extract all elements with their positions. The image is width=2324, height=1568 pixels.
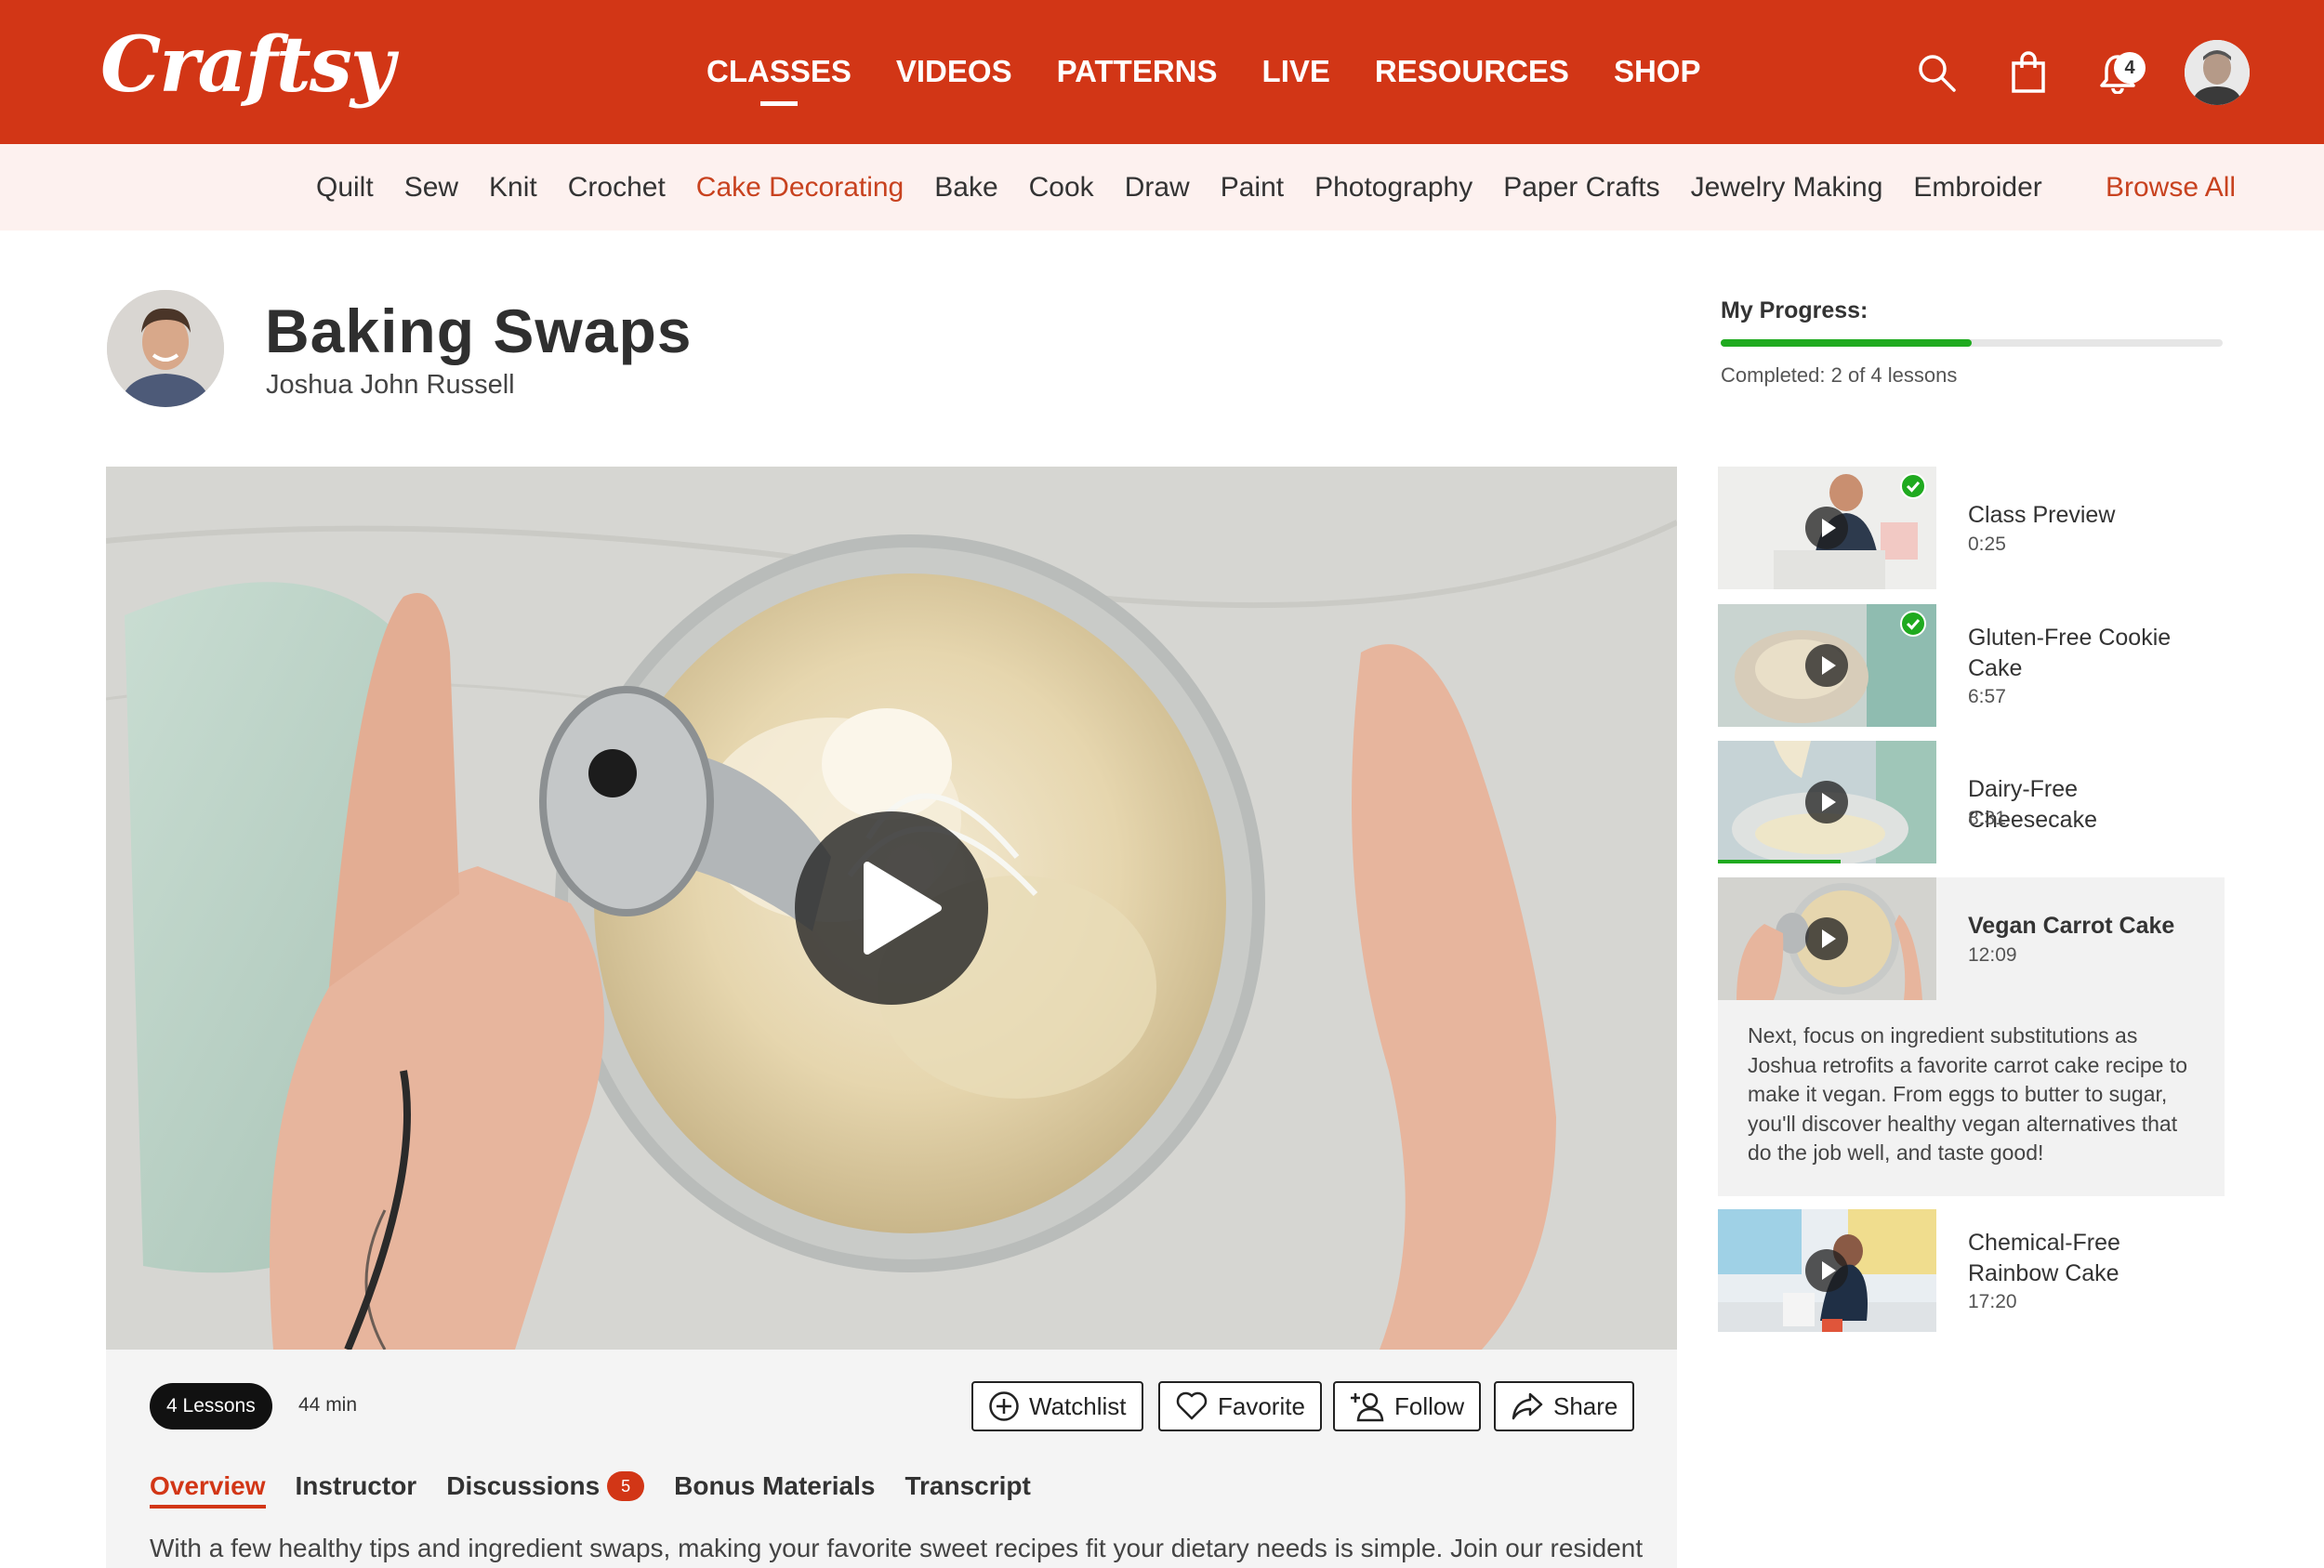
- nav-classes[interactable]: CLASSES: [706, 54, 852, 106]
- watchlist-label: Watchlist: [1029, 1391, 1127, 1420]
- lesson-item-dairy-free-cheesecake[interactable]: Dairy-Free Cheesecake 8:31: [1718, 741, 2225, 863]
- lesson-play-button[interactable]: [1805, 917, 1848, 960]
- class-duration: 44 min: [298, 1394, 358, 1416]
- search-icon[interactable]: [1917, 53, 1958, 94]
- category-sew[interactable]: Sew: [404, 172, 458, 204]
- class-tabs: Overview Instructor Discussions 5 Bonus M…: [150, 1471, 1061, 1509]
- video-player[interactable]: [106, 467, 1677, 1350]
- tab-bonus-label: Bonus Materials: [674, 1471, 876, 1500]
- lesson-thumbnail: [1718, 741, 1936, 863]
- category-cook[interactable]: Cook: [1029, 172, 1094, 204]
- lesson-title: Gluten-Free Cookie Cake: [1968, 625, 2172, 681]
- tab-instructor-label: Instructor: [295, 1471, 417, 1500]
- overview-text: With a few healthy tips and ingredient s…: [150, 1534, 1644, 1562]
- lesson-item-class-preview[interactable]: Class Preview 0:25: [1718, 467, 2225, 589]
- craftsy-logo[interactable]: Craftsy: [100, 20, 395, 110]
- lesson-item-gluten-free-cookie-cake[interactable]: Gluten-Free Cookie Cake 6:57: [1718, 604, 2225, 727]
- lesson-item-chemical-free-rainbow-cake[interactable]: Chemical-Free Rainbow Cake 17:20: [1718, 1209, 2225, 1332]
- plus-circle-icon: [989, 1391, 1019, 1421]
- nav-patterns[interactable]: PATTERNS: [1057, 54, 1218, 89]
- follow-label: Follow: [1394, 1391, 1465, 1420]
- category-embroider[interactable]: Embroider: [1913, 172, 2041, 204]
- lesson-item-vegan-carrot-cake[interactable]: Vegan Carrot Cake 12:09 Next, focus on i…: [1718, 877, 2225, 1196]
- lesson-description: Next, focus on ingredient substitutions …: [1748, 1023, 2187, 1165]
- add-person-icon: [1351, 1392, 1384, 1422]
- nav-shop[interactable]: SHOP: [1614, 54, 1701, 89]
- category-crochet[interactable]: Crochet: [568, 172, 666, 204]
- play-icon: [1822, 656, 1836, 675]
- completed-check-icon: [1900, 473, 1926, 499]
- discussions-count-badge: 5: [607, 1471, 645, 1501]
- category-paint[interactable]: Paint: [1221, 172, 1284, 204]
- follow-button[interactable]: Follow: [1333, 1381, 1482, 1431]
- class-info-panel: 4 Lessons 44 min Watchlist Favorite Foll…: [106, 1350, 1677, 1568]
- browse-all-link[interactable]: Browse All: [2106, 172, 2236, 204]
- lesson-duration: 8:31: [1968, 808, 2006, 829]
- play-icon: [1822, 519, 1836, 537]
- class-title: Baking Swaps: [265, 296, 693, 365]
- shopping-bag-icon[interactable]: [2011, 51, 2046, 94]
- user-avatar[interactable]: [2185, 40, 2250, 105]
- lesson-title: Chemical-Free Rainbow Cake: [1968, 1230, 2120, 1286]
- tab-overview[interactable]: Overview: [150, 1471, 266, 1509]
- video-play-button[interactable]: [795, 811, 988, 1005]
- category-bake[interactable]: Bake: [934, 172, 997, 204]
- favorite-button[interactable]: Favorite: [1158, 1381, 1322, 1431]
- tab-transcript-label: Transcript: [905, 1471, 1031, 1500]
- tab-overview-label: Overview: [150, 1471, 266, 1500]
- play-icon: [1822, 793, 1836, 811]
- tab-discussions-label: Discussions: [446, 1471, 601, 1500]
- progress-text: Completed: 2 of 4 lessons: [1721, 363, 1958, 387]
- nav-live[interactable]: LIVE: [1262, 54, 1330, 89]
- category-quilt[interactable]: Quilt: [316, 172, 374, 204]
- tab-transcript[interactable]: Transcript: [905, 1471, 1030, 1501]
- lesson-thumbnail: [1718, 604, 1936, 727]
- lesson-duration: 17:20: [1968, 1291, 2017, 1312]
- lesson-duration: 6:57: [1968, 686, 2006, 707]
- tab-bonus-materials[interactable]: Bonus Materials: [674, 1471, 875, 1501]
- nav-videos[interactable]: VIDEOS: [896, 54, 1012, 89]
- progress-bar: [1721, 339, 2223, 347]
- top-navigation-bar: Craftsy CLASSES VIDEOS PATTERNS LIVE RES…: [0, 0, 2324, 144]
- heart-icon: [1176, 1391, 1208, 1420]
- tab-discussions[interactable]: Discussions 5: [446, 1471, 645, 1501]
- lesson-thumbnail: [1718, 1209, 1936, 1332]
- lesson-play-button[interactable]: [1805, 507, 1848, 549]
- category-paper-crafts[interactable]: Paper Crafts: [1503, 172, 1659, 204]
- progress-label: My Progress:: [1721, 297, 1868, 323]
- play-icon: [1822, 929, 1836, 948]
- nav-resources[interactable]: RESOURCES: [1375, 54, 1569, 89]
- share-button[interactable]: Share: [1494, 1381, 1635, 1431]
- lesson-play-button[interactable]: [1805, 644, 1848, 687]
- category-cake-decorating[interactable]: Cake Decorating: [696, 172, 904, 204]
- instructor-name[interactable]: Joshua John Russell: [266, 370, 515, 401]
- instructor-avatar[interactable]: [107, 290, 224, 407]
- tab-instructor[interactable]: Instructor: [296, 1471, 417, 1501]
- progress-bar-fill: [1721, 339, 1972, 347]
- lesson-play-button[interactable]: [1805, 781, 1848, 824]
- share-arrow-icon: [1512, 1392, 1543, 1420]
- play-icon: [864, 862, 942, 955]
- lesson-duration: 12:09: [1968, 944, 2017, 966]
- lesson-title: Class Preview: [1968, 502, 2116, 528]
- lessons-count-pill: 4 Lessons: [150, 1383, 272, 1430]
- lesson-play-button[interactable]: [1805, 1249, 1848, 1292]
- lesson-thumbnail: [1718, 467, 1936, 589]
- favorite-label: Favorite: [1218, 1391, 1305, 1420]
- lesson-title: Vegan Carrot Cake: [1968, 913, 2175, 939]
- category-subnav: Quilt Sew Knit Crochet Cake Decorating B…: [0, 144, 2324, 231]
- category-draw[interactable]: Draw: [1125, 172, 1190, 204]
- lesson-duration: 0:25: [1968, 534, 2006, 555]
- share-label: Share: [1553, 1391, 1618, 1420]
- completed-check-icon: [1900, 611, 1926, 637]
- watchlist-button[interactable]: Watchlist: [971, 1381, 1143, 1431]
- main-nav: CLASSES VIDEOS PATTERNS LIVE RESOURCES S…: [706, 54, 1745, 106]
- category-photography[interactable]: Photography: [1314, 172, 1472, 204]
- category-knit[interactable]: Knit: [489, 172, 537, 204]
- notification-count-badge: 4: [2114, 52, 2146, 84]
- lesson-thumbnail: [1718, 877, 1936, 1000]
- category-jewelry-making[interactable]: Jewelry Making: [1691, 172, 1883, 204]
- play-icon: [1822, 1261, 1836, 1280]
